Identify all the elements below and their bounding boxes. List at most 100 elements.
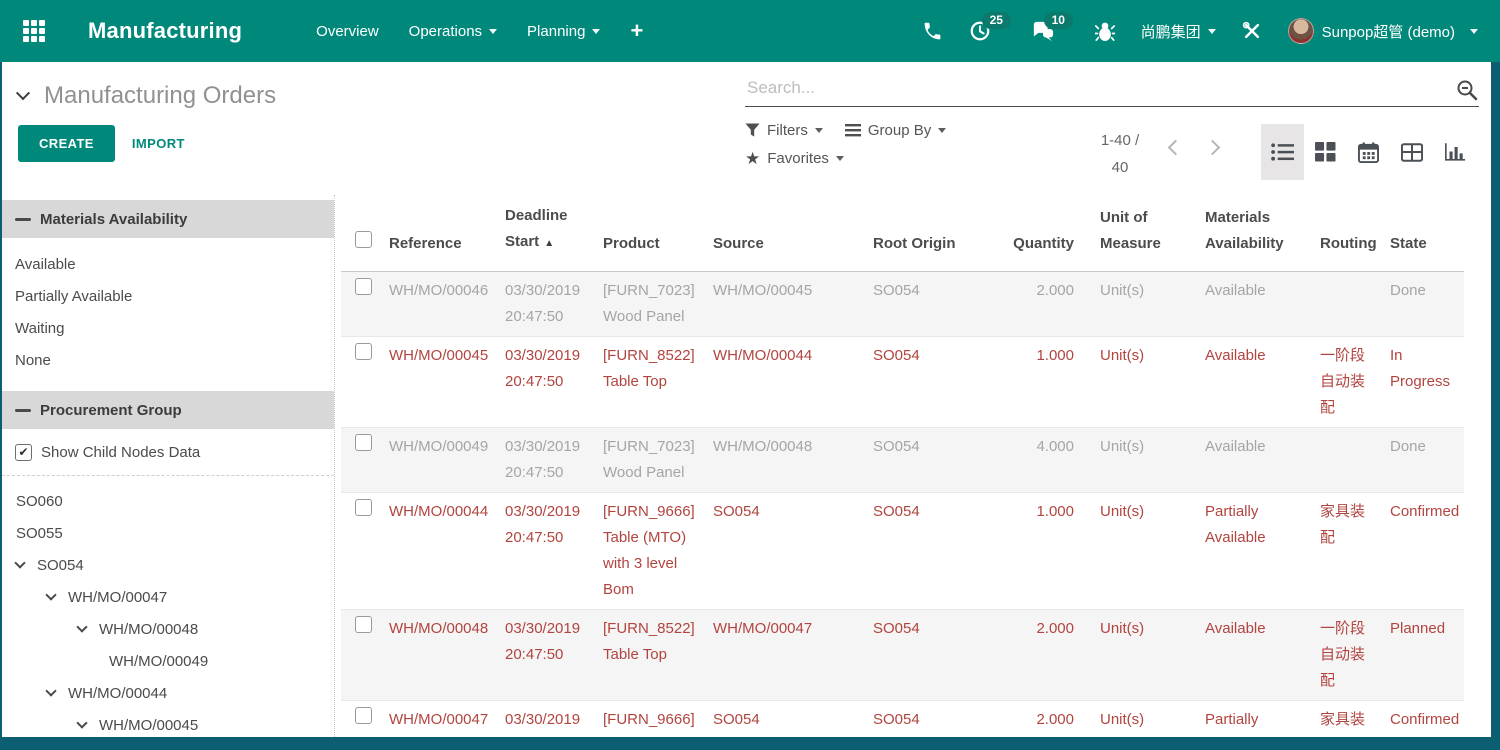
- cell-root_origin: SO054: [871, 272, 986, 337]
- cell-quantity: 4.000: [986, 428, 1086, 493]
- cell-materials: Available: [1191, 272, 1306, 337]
- column-header-ref[interactable]: Reference: [387, 195, 503, 272]
- tools-icon: [1242, 21, 1262, 41]
- pager-next-button[interactable]: [1205, 140, 1221, 156]
- cell-quantity: 1.000: [986, 493, 1086, 610]
- view-switcher: [1261, 124, 1476, 180]
- row-checkbox[interactable]: [355, 616, 372, 633]
- app-title[interactable]: Manufacturing: [88, 18, 242, 44]
- tree-node-label: WH/MO/00047: [68, 589, 167, 606]
- activities-button[interactable]: 25: [969, 20, 991, 42]
- view-kanban-button[interactable]: [1304, 124, 1347, 180]
- pager-previous-button[interactable]: [1168, 140, 1184, 156]
- column-header-product[interactable]: Product: [601, 195, 711, 272]
- import-button[interactable]: IMPORT: [132, 136, 185, 151]
- chevron-down-icon[interactable]: [76, 717, 87, 728]
- table-row[interactable]: WH/MO/0004703/30/2019 20:47:50[FURN_9666…: [341, 701, 1464, 738]
- cell-source: WH/MO/00044: [711, 337, 871, 428]
- filter-item-none[interactable]: None: [2, 345, 334, 377]
- view-pivot-button[interactable]: [1390, 124, 1433, 180]
- tree-node[interactable]: WH/MO/00045: [2, 710, 334, 737]
- select-all-checkbox[interactable]: [355, 231, 372, 248]
- row-checkbox[interactable]: [355, 343, 372, 360]
- cell-routing: [1306, 272, 1384, 337]
- messages-button[interactable]: 10: [1031, 20, 1055, 42]
- voip-phone-button[interactable]: [922, 21, 943, 42]
- checkbox-checked[interactable]: ✔: [15, 444, 32, 461]
- chevron-down-icon[interactable]: [45, 589, 56, 600]
- tree-node-label: SO060: [16, 493, 63, 510]
- avatar: [1288, 18, 1314, 44]
- tree-node[interactable]: WH/MO/00048: [2, 614, 334, 646]
- cell-materials: Available: [1191, 337, 1306, 428]
- chevron-down-icon[interactable]: [45, 685, 56, 696]
- column-header-mat[interactable]: Materials Availability: [1191, 195, 1306, 272]
- view-calendar-button[interactable]: [1347, 124, 1390, 180]
- row-checkbox[interactable]: [355, 434, 372, 451]
- filters-button[interactable]: Filters: [745, 122, 823, 139]
- breadcrumb[interactable]: Manufacturing Orders: [18, 82, 276, 110]
- tree-node-label: SO055: [16, 525, 63, 542]
- add-menu-button[interactable]: +: [630, 20, 643, 42]
- group-by-button[interactable]: Group By: [845, 122, 946, 139]
- view-graph-button[interactable]: [1433, 124, 1476, 180]
- cell-deadline: 03/30/2019 20:47:50: [503, 701, 601, 738]
- column-header-source[interactable]: Source: [711, 195, 871, 272]
- user-menu[interactable]: Sunpop超管 (demo): [1288, 18, 1478, 44]
- row-select-cell: [341, 493, 387, 610]
- tree-node[interactable]: WH/MO/00044: [2, 678, 334, 710]
- search-magnifier-icon[interactable]: [1455, 78, 1479, 102]
- column-header-state[interactable]: State: [1384, 195, 1464, 272]
- top-navbar: Manufacturing Overview Operations Planni…: [0, 0, 1500, 62]
- search-input[interactable]: [745, 74, 1455, 106]
- filter-item-available[interactable]: Available: [2, 249, 334, 281]
- tree-node[interactable]: WH/MO/00049: [2, 646, 334, 678]
- tree-node[interactable]: WH/MO/00047: [2, 582, 334, 614]
- navbar-left: Manufacturing Overview Operations Planni…: [0, 18, 643, 44]
- tree-node[interactable]: SO055: [2, 518, 334, 550]
- chevron-down-icon[interactable]: [76, 621, 87, 632]
- cell-routing: [1306, 428, 1384, 493]
- create-button[interactable]: CREATE: [18, 125, 115, 162]
- navbar-menus: Overview Operations Planning +: [316, 20, 643, 42]
- cell-uom: Unit(s): [1086, 493, 1191, 610]
- favorites-button[interactable]: ★ Favorites: [745, 150, 844, 167]
- tree-node[interactable]: SO060: [2, 486, 334, 518]
- menu-planning[interactable]: Planning: [527, 23, 600, 40]
- show-child-nodes-checkbox-row[interactable]: ✔ Show Child Nodes Data: [2, 429, 334, 473]
- filter-bar: Filters Group By ★ Favorites: [745, 122, 1065, 178]
- section-procurement-group[interactable]: Procurement Group: [2, 391, 334, 429]
- column-header-root[interactable]: Root Origin: [871, 195, 986, 272]
- column-header-uom[interactable]: Unit of Measure: [1086, 195, 1191, 272]
- section-materials-availability[interactable]: Materials Availability: [2, 200, 334, 238]
- column-header-routing[interactable]: Routing: [1306, 195, 1384, 272]
- cell-uom: Unit(s): [1086, 428, 1191, 493]
- company-switcher[interactable]: 尚鹏集团: [1141, 21, 1216, 42]
- column-header-deadline[interactable]: Deadline Start▲: [503, 195, 601, 272]
- chevron-down-icon[interactable]: [14, 557, 25, 568]
- cell-source: WH/MO/00048: [711, 428, 871, 493]
- cell-state: Planned: [1384, 610, 1464, 701]
- cell-source: SO054: [711, 701, 871, 738]
- view-list-button[interactable]: [1261, 124, 1304, 180]
- debug-button[interactable]: [1095, 20, 1115, 42]
- row-checkbox[interactable]: [355, 707, 372, 724]
- row-checkbox[interactable]: [355, 278, 372, 295]
- menu-operations[interactable]: Operations: [409, 23, 497, 40]
- tree-node[interactable]: SO054: [2, 550, 334, 582]
- column-header-qty[interactable]: Quantity: [986, 195, 1086, 272]
- table-row[interactable]: WH/MO/0004503/30/2019 20:47:50[FURN_8522…: [341, 337, 1464, 428]
- row-checkbox[interactable]: [355, 499, 372, 516]
- technical-tools-button[interactable]: [1242, 21, 1262, 41]
- menu-overview[interactable]: Overview: [316, 23, 379, 40]
- filter-item-waiting[interactable]: Waiting: [2, 313, 334, 345]
- row-select-cell: [341, 337, 387, 428]
- apps-grid-icon[interactable]: [22, 19, 46, 43]
- cell-uom: Unit(s): [1086, 610, 1191, 701]
- filter-item-partially-available[interactable]: Partially Available: [2, 281, 334, 313]
- table-row[interactable]: WH/MO/0004603/30/2019 20:47:50[FURN_7023…: [341, 272, 1464, 337]
- table-row[interactable]: WH/MO/0004403/30/2019 20:47:50[FURN_9666…: [341, 493, 1464, 610]
- table-row[interactable]: WH/MO/0004803/30/2019 20:47:50[FURN_8522…: [341, 610, 1464, 701]
- tree-node-label: WH/MO/00045: [99, 717, 198, 734]
- table-row[interactable]: WH/MO/0004903/30/2019 20:47:50[FURN_7023…: [341, 428, 1464, 493]
